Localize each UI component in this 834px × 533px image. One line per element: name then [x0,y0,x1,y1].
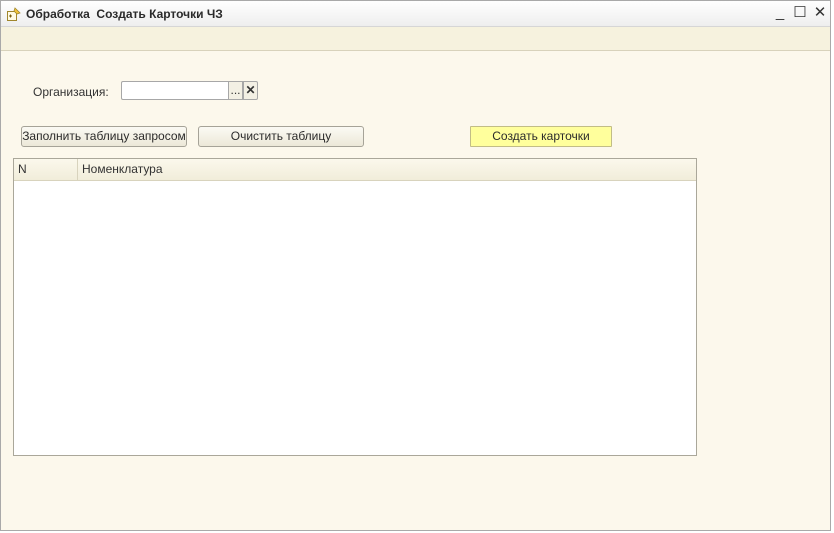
title-bar: Обработка Создать Карточки ЧЗ _ ☐ ✕ [1,1,830,27]
organization-field[interactable] [121,81,229,100]
maximize-button[interactable]: ☐ [791,4,809,22]
fill-table-button[interactable]: Заполнить таблицу запросом [21,126,187,147]
window-title: Обработка Создать Карточки ЧЗ [26,7,223,21]
table-body[interactable] [14,181,696,455]
table-header: N Номенклатура [14,159,696,181]
clear-table-button[interactable]: Очистить таблицу [198,126,364,147]
select-button[interactable]: ... [228,81,243,100]
organization-label: Организация: [33,85,109,99]
command-bar [1,27,830,51]
column-header-n[interactable]: N [14,159,78,180]
clear-field-button[interactable]: ✕ [243,81,258,100]
processing-icon [7,7,21,21]
column-header-nomenclature[interactable]: Номенклатура [78,159,696,180]
nomenclature-table[interactable]: N Номенклатура [13,158,697,456]
main-window: Обработка Создать Карточки ЧЗ _ ☐ ✕ Орга… [0,0,831,531]
minimize-button[interactable]: _ [771,4,789,22]
close-button[interactable]: ✕ [811,4,829,22]
create-cards-button[interactable]: Создать карточки [470,126,612,147]
